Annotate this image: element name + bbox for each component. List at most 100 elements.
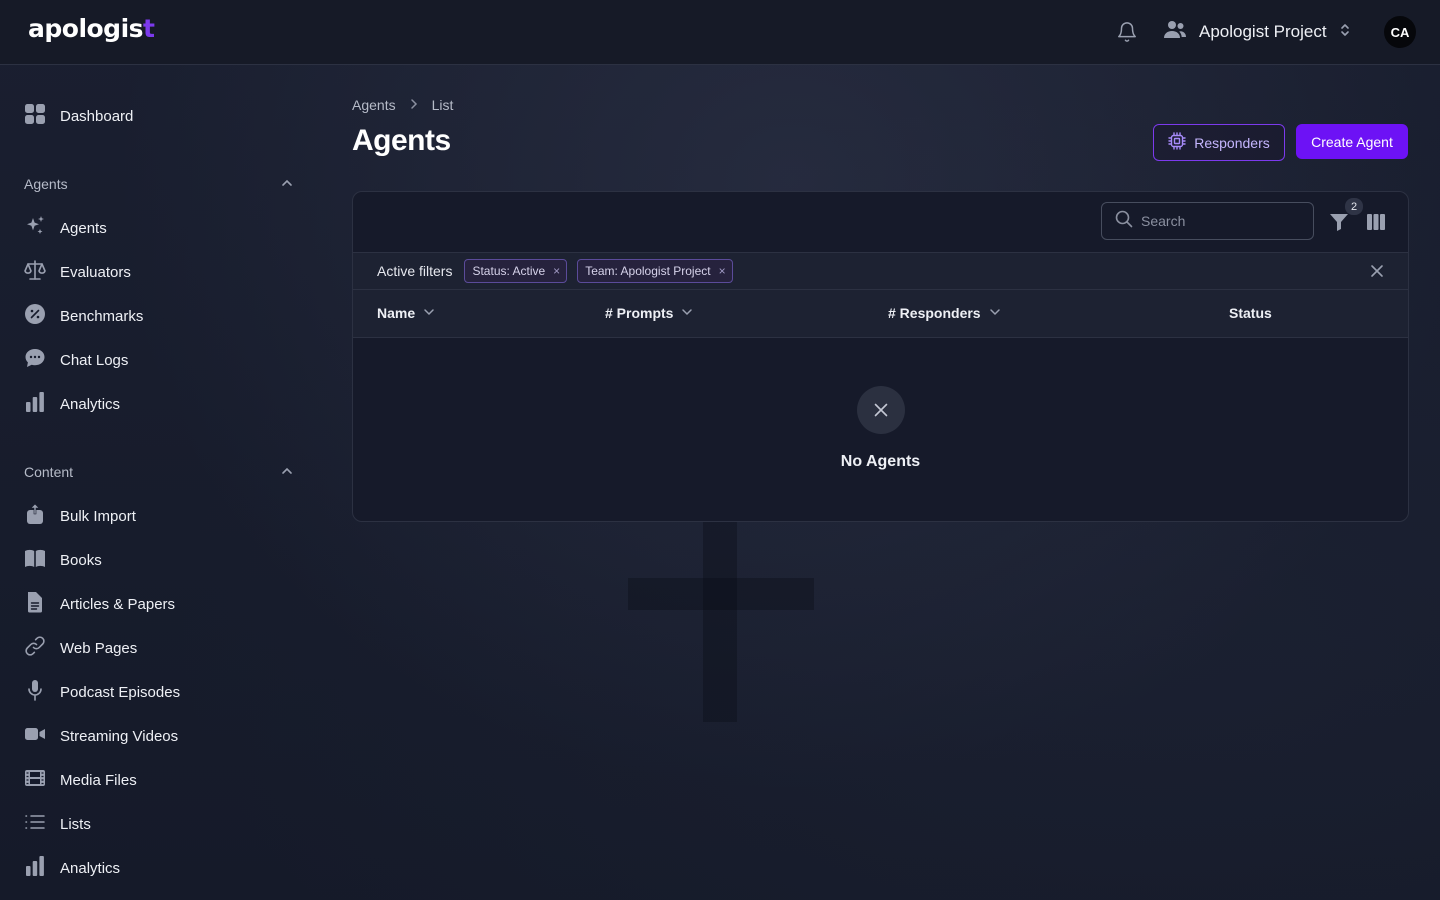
background-cross [703,522,737,722]
sidebar-item-label: Chat Logs [60,351,129,369]
section-title: Content [24,464,74,480]
sidebar-item-podcast-episodes[interactable]: Podcast Episodes [12,674,302,710]
sidebar-item-label: Analytics [60,395,121,413]
team-name: Apologist Project [1199,22,1327,41]
link-icon [24,635,46,661]
logo[interactable]: apologist [28,14,155,43]
filter-chip-label: Status: Active [472,264,546,278]
sidebar-item-label: Benchmarks [60,307,144,325]
sidebar-item-label: Streaming Videos [60,727,179,745]
filter-chip-label: Team: Apologist Project [585,264,711,278]
search-icon [1115,210,1133,233]
scale-icon [24,259,46,285]
sidebar-item-content-analytics[interactable]: Analytics [12,850,302,886]
film-icon [24,767,46,793]
responders-button[interactable]: Responders [1153,124,1285,161]
sidebar-item-label: Agents [60,219,107,237]
sidebar-item-streaming-videos[interactable]: Streaming Videos [12,718,302,754]
breadcrumb-agents[interactable]: Agents [352,97,396,113]
bell-icon[interactable] [1116,21,1138,43]
column-label: # Responders [888,305,981,321]
sidebar-item-benchmarks[interactable]: Benchmarks [12,298,302,334]
logo-accent: t [143,14,155,43]
sidebar-item-dashboard[interactable]: Dashboard [12,98,302,134]
create-agent-button[interactable]: Create Agent [1296,124,1408,159]
sidebar-item-label: Web Pages [60,639,138,657]
logo-text: apologis [28,14,144,43]
sidebar-item-chat-logs[interactable]: Chat Logs [12,342,302,378]
grid-icon [24,103,46,129]
sidebar-item-evaluators[interactable]: Evaluators [12,254,302,290]
section-agents-header[interactable]: Agents [24,174,294,194]
breadcrumb: Agents List [352,97,453,113]
bar-chart-icon [24,855,46,881]
sidebar-item-lists[interactable]: Lists [12,806,302,842]
chevron-right-icon [408,97,420,113]
sidebar-item-agents[interactable]: Agents [12,210,302,246]
sidebar-item-media-files[interactable]: Media Files [12,762,302,798]
top-bar: apologist Apologist Project CA [0,0,1440,65]
table-header: Name # Prompts # Responders Status [353,289,1408,338]
users-icon [1163,19,1187,46]
column-label: Name [377,305,416,321]
breadcrumb-list: List [431,97,454,113]
sidebar-item-bulk-import[interactable]: Bulk Import [12,498,302,534]
video-camera-icon [24,723,46,749]
column-header-prompts[interactable]: # Prompts [605,305,693,321]
microphone-icon [24,679,46,705]
sidebar-item-label: Bulk Import [60,507,136,525]
sidebar-item-articles-papers[interactable]: Articles & Papers [12,586,302,622]
chevron-down-icon [989,305,1001,321]
filter-chip-team: Team: Apologist Project × [577,259,733,283]
filter-chip-status: Status: Active × [464,259,568,283]
search-input[interactable] [1141,213,1301,229]
sidebar-item-label: Analytics [60,859,121,877]
chat-bubble-icon [24,347,46,373]
sidebar-item-analytics[interactable]: Analytics [12,386,302,422]
agents-table-panel: 2 Active filters Status: Active × Team: … [352,191,1409,522]
avatar[interactable]: CA [1384,16,1416,48]
chevron-down-icon [423,305,435,321]
chevron-down-icon [681,305,693,321]
columns-icon[interactable] [1365,211,1387,233]
section-content-header[interactable]: Content [24,462,294,482]
filter-icon[interactable] [1328,211,1350,233]
column-header-name[interactable]: Name [377,305,435,321]
sidebar-item-label: Podcast Episodes [60,683,181,701]
column-label: Status [1229,305,1272,321]
chip-icon [1168,132,1186,153]
sidebar: Dashboard Agents Agents Evaluators Bench… [0,65,320,900]
clear-filters-icon[interactable] [1368,262,1386,280]
book-icon [24,547,46,573]
upload-icon [24,503,46,529]
percent-badge-icon [24,303,46,329]
empty-state-x-icon [857,386,905,434]
sparkles-icon [24,215,46,241]
background-cross-bar [628,578,814,610]
column-header-status[interactable]: Status [1229,305,1272,321]
responders-label: Responders [1194,134,1270,151]
filter-count-badge: 2 [1345,198,1363,215]
column-header-responders[interactable]: # Responders [888,305,1001,321]
sidebar-item-books[interactable]: Books [12,542,302,578]
document-icon [24,591,46,617]
page-title: Agents [352,124,451,157]
remove-filter-icon[interactable]: × [719,264,726,278]
active-filters-bar: Active filters Status: Active × Team: Ap… [353,252,1408,289]
search-box[interactable] [1101,202,1314,240]
active-filters-label: Active filters [377,263,453,279]
chevron-up-down-icon [1339,22,1351,43]
sidebar-item-label: Dashboard [60,107,134,125]
team-switcher[interactable]: Apologist Project [1163,20,1351,44]
sidebar-item-label: Lists [60,815,91,833]
remove-filter-icon[interactable]: × [553,264,560,278]
section-title: Agents [24,176,68,192]
sidebar-item-label: Media Files [60,771,137,789]
table-toolbar: 2 [353,192,1408,252]
bar-chart-icon [24,391,46,417]
chevron-up-icon [280,176,294,193]
sidebar-item-web-pages[interactable]: Web Pages [12,630,302,666]
chevron-up-icon [280,464,294,481]
sidebar-item-label: Articles & Papers [60,595,176,613]
sidebar-item-label: Evaluators [60,263,131,281]
